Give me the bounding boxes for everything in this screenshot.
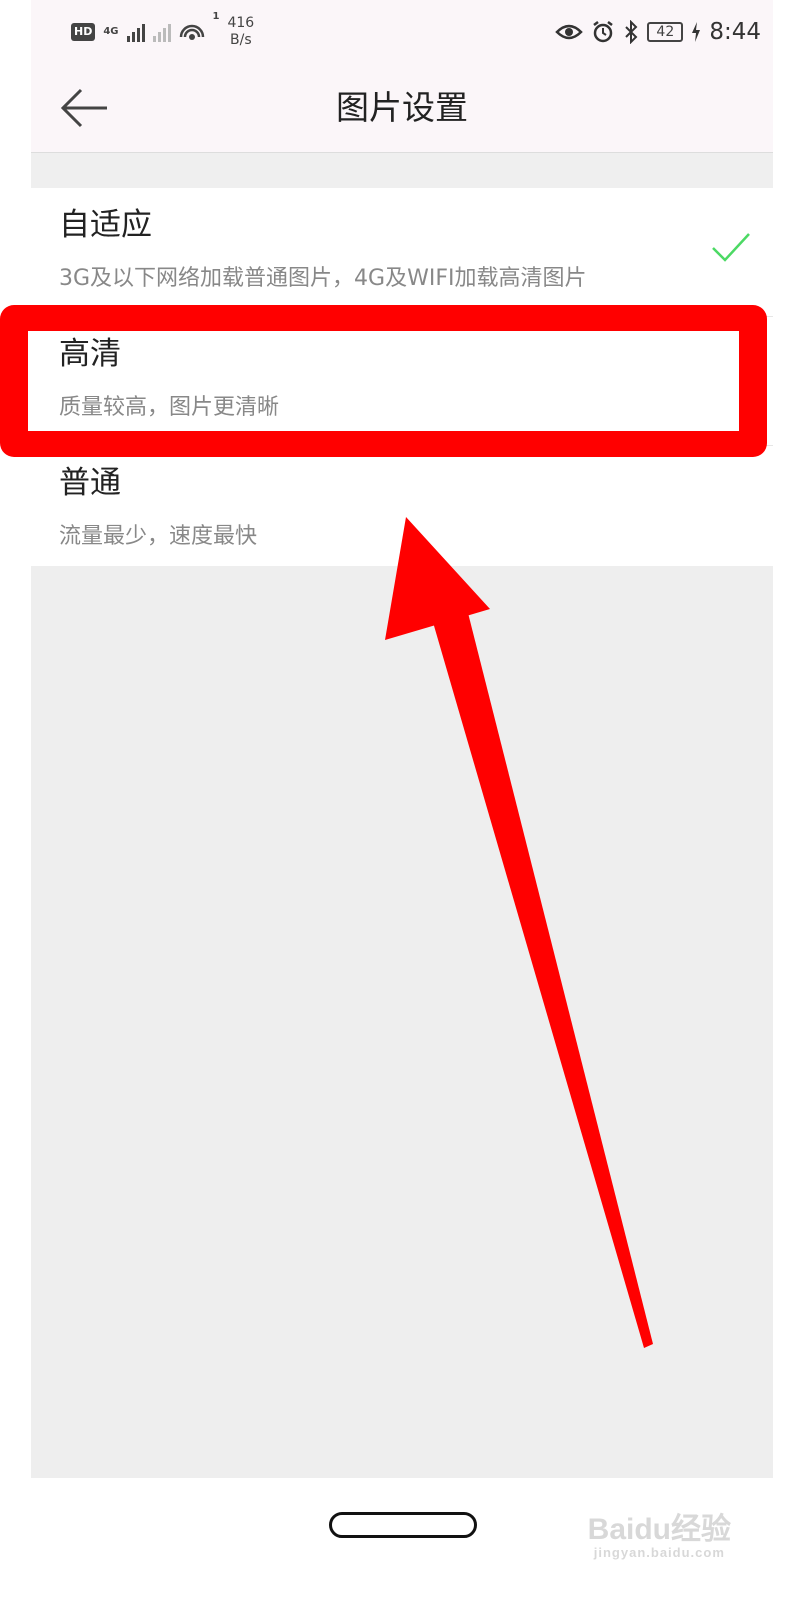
bluetooth-icon [625,20,638,44]
highlight-box-annotation [0,305,767,457]
hd-badge: HD [71,23,96,41]
status-right: 42 8:44 [555,14,761,50]
watermark-main: Baidu经验 [587,1513,731,1546]
network-type-label: 4G [103,26,119,37]
status-bar: HD 4G 1 416 B/s 42 8:44 [31,0,773,64]
option-description: 流量最少，速度最快 [59,524,258,549]
phone-screen: HD 4G 1 416 B/s 42 8:44 图片设置 自适应 3G及以下网络… [31,0,773,1600]
alarm-icon [593,21,614,43]
baidu-jingyan-watermark: Baidu经验 jingyan.baidu.com [588,1514,731,1560]
network-speed: 416 B/s [227,15,254,49]
navigation-bar: 图片设置 [31,64,773,153]
option-adaptive[interactable]: 自适应 3G及以下网络加载普通图片，4G及WIFI加载高清图片 [31,188,773,317]
network-speed-unit: B/s [230,32,252,48]
option-title: 普通 [59,465,121,501]
option-description: 3G及以下网络加载普通图片，4G及WIFI加载高清图片 [59,266,587,291]
charging-icon [692,22,701,42]
status-left: HD 4G 1 416 B/s [71,12,254,52]
checkmark-icon [712,233,750,262]
status-time: 8:44 [709,19,761,45]
hotspot-icon [179,24,204,40]
eye-comfort-icon [555,24,584,40]
option-normal[interactable]: 普通 流量最少，速度最快 [31,446,773,571]
option-title: 自适应 [59,207,152,243]
signal-strength-icon [126,22,145,42]
signal-no-sim-icon [152,22,171,42]
page-title: 图片设置 [336,88,468,127]
network-speed-value: 416 [227,15,255,31]
section-spacer [31,153,773,188]
empty-content-area [31,566,773,1478]
battery-icon: 42 [647,22,684,42]
home-indicator[interactable] [329,1512,477,1538]
watermark-sub: jingyan.baidu.com [593,1545,725,1560]
hotspot-count: 1 [212,11,220,22]
